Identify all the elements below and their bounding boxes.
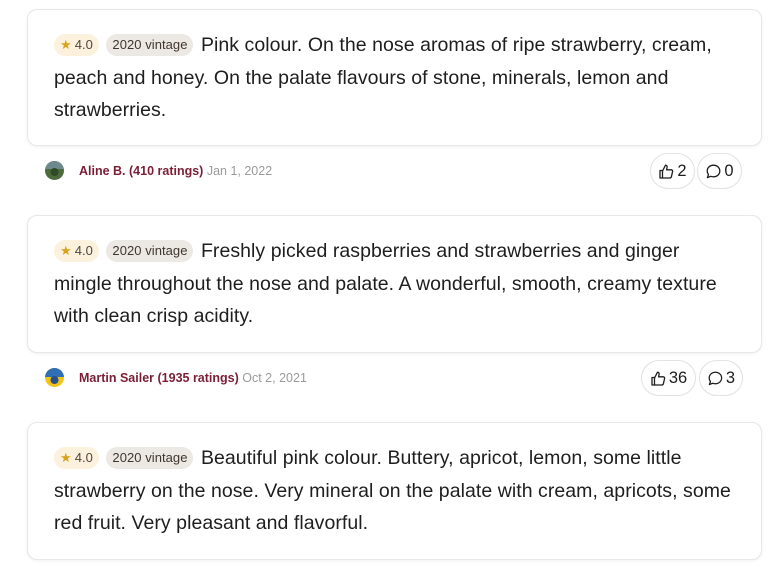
vintage-badge[interactable]: 2020 vintage: [106, 240, 194, 262]
rating-badge: ★ 4.0: [54, 34, 99, 56]
rating-value: 4.0: [74, 37, 93, 52]
avatar[interactable]: [45, 368, 64, 387]
review-body: ★ 4.0 2020 vintage Pink colour. On the no…: [54, 29, 735, 127]
rating-value: 4.0: [74, 450, 93, 465]
review-body: ★ 4.0 2020 vintage Beautiful pink colour.…: [54, 442, 735, 540]
author-name[interactable]: Aline B. (410 ratings): [79, 164, 203, 178]
rating-badge: ★ 4.0: [54, 240, 99, 262]
comment-count: 3: [725, 368, 735, 387]
review-card: ★ 4.0 2020 vintage Pink colour. On the no…: [27, 9, 762, 146]
review-meta: Aline B. (410 ratings) Jan 1, 2022 2 0: [45, 153, 745, 189]
star-icon: ★: [60, 37, 72, 52]
thumbs-up-icon: [651, 371, 666, 386]
review-card: ★ 4.0 2020 vintage Beautiful pink colour.…: [27, 422, 762, 560]
author-name[interactable]: Martin Sailer (1935 ratings): [79, 371, 239, 385]
review-date: Jan 1, 2022: [206, 164, 273, 178]
vintage-badge[interactable]: 2020 vintage: [106, 447, 194, 469]
rating-badge: ★ 4.0: [54, 447, 99, 469]
comment-button[interactable]: 0: [697, 153, 742, 189]
comment-icon: [708, 371, 723, 385]
comment-count: 0: [724, 161, 734, 180]
comment-button[interactable]: 3: [699, 360, 743, 396]
star-icon: ★: [60, 450, 72, 465]
author-line: Martin Sailer (1935 ratings) Oct 2, 2021: [79, 369, 307, 387]
avatar[interactable]: [45, 161, 64, 180]
review-body: ★ 4.0 2020 vintage Freshly picked raspber…: [54, 235, 735, 333]
review-meta: Martin Sailer (1935 ratings) Oct 2, 2021…: [45, 360, 745, 396]
comment-icon: [706, 164, 721, 178]
vintage-badge[interactable]: 2020 vintage: [106, 34, 194, 56]
thumbs-up-icon: [659, 164, 674, 179]
review-card: ★ 4.0 2020 vintage Freshly picked raspber…: [27, 215, 762, 353]
like-count: 36: [668, 368, 688, 387]
like-button[interactable]: 2: [650, 153, 695, 189]
rating-value: 4.0: [74, 243, 93, 258]
like-button[interactable]: 36: [641, 360, 696, 396]
author-line: Aline B. (410 ratings) Jan 1, 2022: [79, 162, 272, 180]
review-date: Oct 2, 2021: [242, 371, 307, 385]
star-icon: ★: [60, 243, 72, 258]
like-count: 2: [677, 161, 687, 180]
